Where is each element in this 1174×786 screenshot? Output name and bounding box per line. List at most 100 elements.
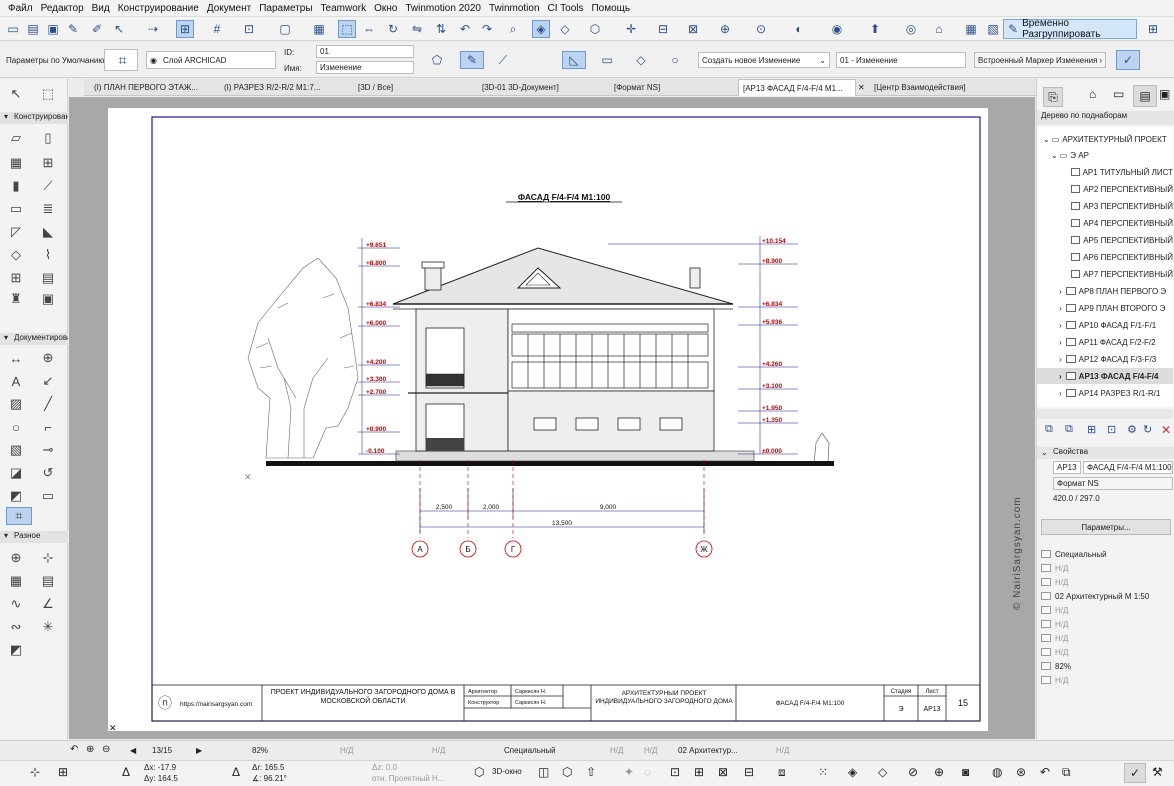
tab-section[interactable]: (I) РАЗРЕЗ R/2-R/2 M1:7... [220,79,350,96]
prop-row-3[interactable]: Н/Д [1037,575,1173,589]
grid-element-icon[interactable]: ⊕ [6,549,26,567]
cube2-icon[interactable]: ▦ [962,20,980,38]
morph-icon[interactable]: ◩ [6,641,26,659]
undo-icon[interactable]: ↶ [1040,765,1050,779]
tree-ap3[interactable]: AP3 ПЕРСПЕКТИВНЫЙ [1037,198,1173,214]
drawing-icon[interactable]: ▧ [6,441,26,459]
circle-icon[interactable]: ○ [666,51,684,69]
prop-row-4[interactable]: 02 Архитектурный М 1:50 [1037,589,1173,603]
check-marker-icon[interactable]: ✓ [1116,50,1140,70]
roof-icon[interactable]: ◸ [6,223,26,241]
tree-ap8[interactable]: › AP8 ПЛАН ПЕРВОГО Э [1037,283,1173,299]
polyline-icon[interactable]: ⌐ [38,418,58,436]
tree-ap11[interactable]: › AP11 ФАСАД F/2-F/2 [1037,334,1173,350]
door-icon[interactable]: ▯ [38,129,58,147]
change-tool-icon[interactable]: ⌗ [104,49,138,71]
prop-row-9[interactable]: 82% [1037,659,1173,673]
railing-icon[interactable]: ⌇ [38,246,58,264]
menu-item-10[interactable]: CI Tools [544,3,588,14]
orbit-icon[interactable]: ⬡ [562,765,572,779]
open-icon[interactable]: ▤ [24,20,42,38]
interior-elev-icon[interactable]: ↺ [38,464,58,482]
level-dimension-icon[interactable]: ⊕ [38,349,58,367]
line-icon[interactable]: ╱ [38,395,58,413]
slab-icon[interactable]: ▭ [6,200,26,218]
cube-icon[interactable]: ⬡ [586,20,604,38]
tree-ap13[interactable]: › AP13 ФАСАД F/4-F/4 [1037,368,1173,384]
menu-item-8[interactable]: Twinmotion 2020 [401,3,485,14]
prop-row-8[interactable]: Н/Д [1037,645,1173,659]
pan-icon[interactable]: ◌ [644,765,651,779]
camera-icon[interactable]: ◙ [962,765,969,779]
stair-icon[interactable]: ≣ [38,200,58,218]
view3d-icon[interactable]: ⬡ [474,765,484,779]
tool-icon[interactable]: ⚒ [1152,765,1163,779]
prop-format-select[interactable]: Формат NS [1053,477,1173,490]
tree-ap1[interactable]: AP1 ТИТУЛЬНЫЙ ЛИСТ [1037,164,1173,180]
drawing-canvas[interactable]: ФАСАД F/4-F/4 M1:100 +9.651 +8.800 +6.83… [69,97,1035,739]
suspend-groups-icon[interactable]: ⊡ [240,20,258,38]
grid-snap-icon[interactable]: # [208,20,226,38]
wall-icon[interactable]: ▱ [6,129,26,147]
undo-icon[interactable]: ↶ [456,20,474,38]
dimension-icon[interactable]: ↔ [6,349,26,367]
eyedropper-pick-icon[interactable]: ✐ [88,20,106,38]
layer-selector[interactable]: ◉ Слой ARCHICAD [146,51,276,69]
skylight-icon[interactable]: ◇ [6,246,26,264]
menu-item-11[interactable]: Помощь [587,3,634,14]
suspend-groups-button[interactable]: ✎ Временно Разгруппировать [1003,18,1137,40]
zoom-icon[interactable]: ⌕ [504,20,522,38]
change-tool-icon-selected[interactable]: ⌗ [6,507,32,525]
tree-root[interactable]: ⌄ ▭ АРХИТЕКТУРНЫЙ ПРОЕКТ [1037,131,1173,147]
publish-icon[interactable]: ⬆ [866,20,884,38]
split-icon[interactable]: ⊘ [908,765,918,779]
move-icon[interactable]: ✛ [622,20,640,38]
undo-zoom-icon[interactable]: ↶ [70,744,78,755]
tab-collaboration-center[interactable]: [Центр Взаимодействия] [870,79,982,96]
detail-icon[interactable]: ▭ [38,487,58,505]
wave-icon[interactable]: ∾ [6,618,26,636]
trace-icon[interactable]: ⇢ [144,20,162,38]
label-icon[interactable]: ↙ [38,372,58,390]
next-page-icon[interactable]: ▶ [196,746,202,755]
view-plan-icon[interactable]: ◇ [556,20,574,38]
change-value-field[interactable]: 01 - Изменение [836,52,966,68]
sun-icon[interactable]: ✳ [38,618,58,636]
bubble-icon[interactable]: ◫ [538,765,549,779]
tree-ap2[interactable]: AP2 ПЕРСПЕКТИВНЫЙ [1037,181,1173,197]
menu-item-5[interactable]: Параметры [255,3,316,14]
params-button[interactable]: Параметры... [1041,519,1171,535]
publisher-icon[interactable]: ▣ [1159,87,1170,101]
tree-subset[interactable]: ⌄ ▭ Э АР [1037,147,1173,163]
toolbox-more-header[interactable]: Разное [0,531,68,543]
measure-icon[interactable]: ⊞ [694,765,704,779]
tree-ap5[interactable]: AP5 ПЕРСПЕКТИВНЫЙ [1037,232,1173,248]
render-icon[interactable]: ◐ [790,20,808,38]
mirror-icon[interactable]: ⇋ [408,20,426,38]
marquee-icon[interactable]: ⬚ [38,85,58,103]
object-icon[interactable]: ♜ [6,290,26,308]
beam-icon[interactable]: ⟋ [38,177,58,195]
zoom-out-icon[interactable]: ⊖ [102,744,110,755]
prop-row-7[interactable]: Н/Д [1037,631,1173,645]
pen-set-icon[interactable]: ▦ [310,20,328,38]
section-icon[interactable]: ⊸ [38,441,58,459]
menu-item-6[interactable]: Teamwork [317,3,371,14]
tree-ap4[interactable]: AP4 ПЕРСПЕКТИВНЫЙ [1037,215,1173,231]
change-marker-select[interactable]: Встроенный Маркер Изменения › [974,52,1106,68]
rectangle-icon[interactable]: ▭ [598,51,616,69]
toolbox-document-header[interactable]: Документирование [0,333,68,345]
hat-icon[interactable]: ⌂ [930,20,948,38]
page-indicator[interactable]: 13/15 [152,746,172,755]
change-select[interactable]: Создать новое Изменение ⌄ [698,52,830,68]
layout-book-icon[interactable]: ▤ [1133,85,1157,107]
save-icon[interactable]: ▣ [44,20,62,38]
view-map-icon[interactable]: ▭ [1113,87,1124,101]
arrow-icon[interactable]: ↖ [6,85,26,103]
snap-icon[interactable]: ⊹ [30,765,40,779]
eyedropper-icon[interactable]: ✎ [64,20,82,38]
project-map-icon[interactable]: ⌂ [1089,87,1096,101]
curtain-wall-icon[interactable]: ▦ [6,154,26,172]
fill-bucket-icon[interactable]: ◇ [878,765,887,779]
menu-item-0[interactable]: Файл [4,3,37,14]
